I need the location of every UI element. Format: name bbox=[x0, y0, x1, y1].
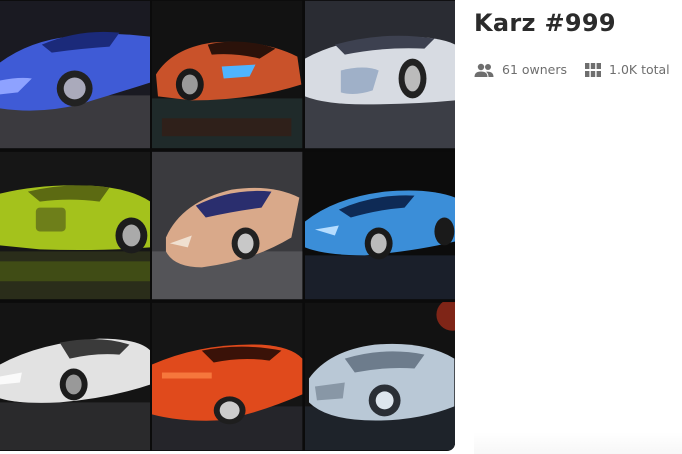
owners-count: 61 owners bbox=[502, 62, 568, 77]
nft-tile[interactable] bbox=[304, 302, 455, 451]
page-fade bbox=[474, 432, 682, 454]
nft-preview-grid[interactable] bbox=[0, 0, 455, 451]
nft-tile[interactable] bbox=[152, 151, 303, 300]
orange-supercar-render bbox=[152, 0, 303, 149]
nft-tile[interactable] bbox=[0, 0, 151, 149]
total-count: 1.0K total bbox=[609, 62, 670, 77]
red-supercar-render bbox=[152, 302, 303, 451]
people-icon bbox=[474, 63, 494, 77]
chrome-supercar-render bbox=[304, 302, 455, 451]
nft-tile[interactable] bbox=[152, 302, 303, 451]
nft-tile[interactable] bbox=[0, 302, 151, 451]
collection-info-panel: Karz #999 61 owners 1.0K total bbox=[474, 6, 678, 77]
gold-supercar-render bbox=[152, 151, 303, 300]
total-stat[interactable]: 1.0K total bbox=[585, 62, 670, 77]
nft-tile[interactable] bbox=[0, 151, 151, 300]
collection-stats: 61 owners 1.0K total bbox=[474, 62, 678, 77]
nft-tile[interactable] bbox=[304, 0, 455, 149]
white-supercar-render bbox=[0, 302, 151, 451]
nft-tile[interactable] bbox=[152, 0, 303, 149]
cyan-supercar-render bbox=[304, 151, 455, 300]
grid-icon bbox=[585, 62, 602, 77]
lime-supercar-render bbox=[0, 151, 151, 300]
owners-stat[interactable]: 61 owners bbox=[474, 62, 567, 77]
collection-title: Karz #999 bbox=[474, 9, 616, 37]
silver-supercar-render bbox=[304, 0, 455, 149]
nft-tile[interactable] bbox=[304, 151, 455, 300]
blue-supercar-render bbox=[0, 0, 151, 149]
